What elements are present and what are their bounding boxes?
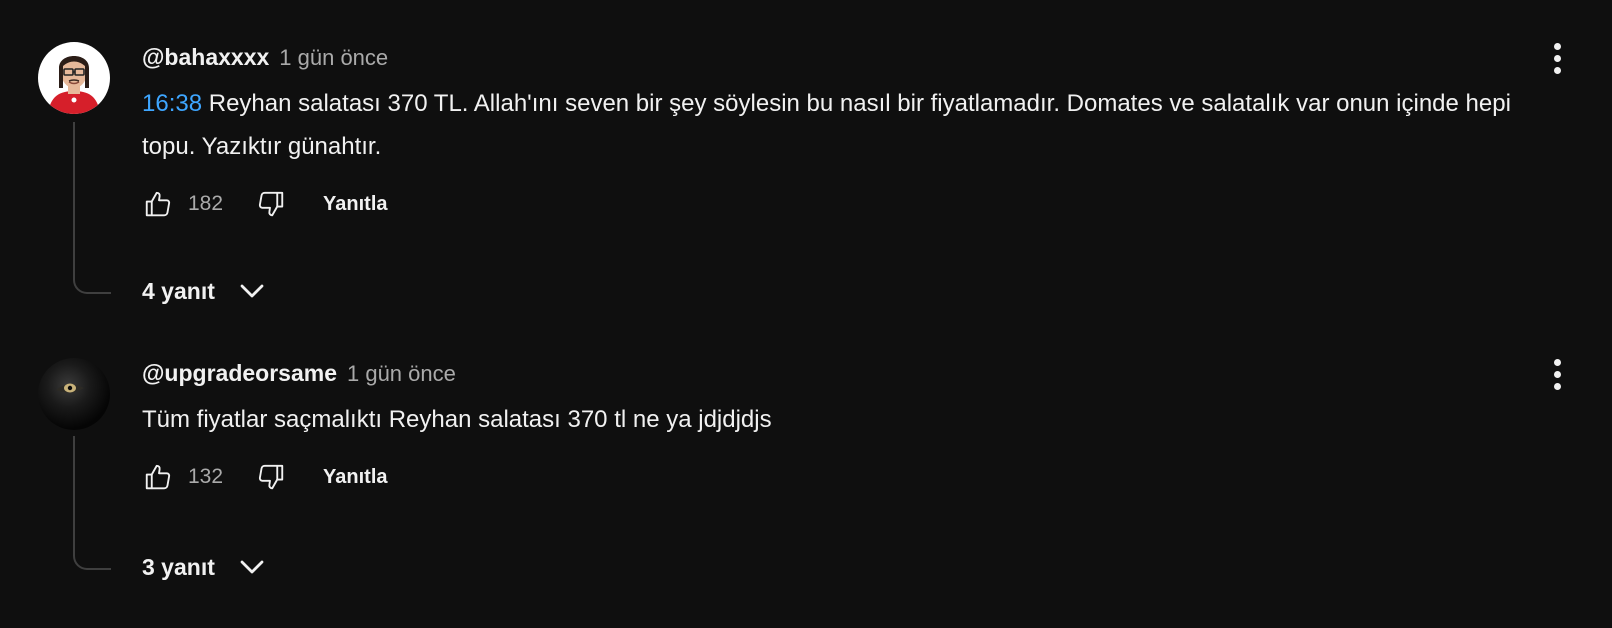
reply-button[interactable]: Yanıtla bbox=[323, 193, 387, 216]
comment-body: @bahaxxxx 1 gün önce 16:38 Reyhan salata… bbox=[142, 44, 1552, 226]
comment-text: 16:38 Reyhan salatası 370 TL. Allah'ını … bbox=[142, 82, 1552, 168]
dislike-button[interactable] bbox=[255, 188, 287, 220]
like-count: 182 bbox=[188, 192, 224, 215]
comment-date[interactable]: 1 gün önce bbox=[347, 361, 456, 387]
thumbs-up-icon bbox=[145, 191, 171, 217]
like-button[interactable] bbox=[142, 188, 174, 220]
video-timestamp-link[interactable]: 16:38 bbox=[142, 90, 202, 117]
comment-actions: 132 Yanıtla bbox=[142, 455, 1552, 499]
thread-line bbox=[73, 436, 111, 570]
comments-section: @bahaxxxx 1 gün önce 16:38 Reyhan salata… bbox=[0, 0, 1612, 628]
comment-text-content: Reyhan salatası 370 TL. Allah'ını seven … bbox=[142, 90, 1511, 160]
chevron-down-icon bbox=[237, 552, 267, 582]
replies-count: 3 yanıt bbox=[142, 553, 215, 580]
dark-eye-avatar-icon bbox=[38, 358, 110, 430]
author-name[interactable]: @upgradeorsame bbox=[142, 360, 337, 387]
thumbs-up-icon bbox=[145, 464, 171, 490]
chevron-down-icon bbox=[237, 276, 267, 306]
author-name[interactable]: @bahaxxxx bbox=[142, 44, 269, 71]
more-vertical-icon bbox=[1553, 42, 1561, 50]
more-vertical-icon bbox=[1553, 358, 1561, 366]
comment-menu-button[interactable] bbox=[1542, 354, 1572, 394]
comment-date[interactable]: 1 gün önce bbox=[279, 45, 388, 71]
comment-header: @bahaxxxx 1 gün önce bbox=[142, 44, 1552, 74]
replies-count: 4 yanıt bbox=[142, 277, 215, 304]
comment-text: Tüm fiyatlar saçmalıktı Reyhan salatası … bbox=[142, 398, 1552, 441]
avatar[interactable] bbox=[38, 42, 110, 114]
comment-text-content: Tüm fiyatlar saçmalıktı Reyhan salatası … bbox=[142, 406, 772, 433]
thumbs-down-icon bbox=[258, 464, 284, 490]
like-count: 132 bbox=[188, 465, 224, 488]
thumbs-down-icon bbox=[258, 191, 284, 217]
thread-line bbox=[73, 122, 111, 294]
show-replies-button[interactable]: 3 yanıt bbox=[142, 552, 267, 582]
comment-menu-button[interactable] bbox=[1542, 38, 1572, 78]
avatar[interactable] bbox=[38, 358, 110, 430]
cartoon-avatar-icon bbox=[38, 42, 110, 114]
comment-body: @upgradeorsame 1 gün önce Tüm fiyatlar s… bbox=[142, 360, 1552, 499]
dislike-button[interactable] bbox=[255, 461, 287, 493]
comment-header: @upgradeorsame 1 gün önce bbox=[142, 360, 1552, 390]
comment-actions: 182 Yanıtla bbox=[142, 182, 1552, 226]
show-replies-button[interactable]: 4 yanıt bbox=[142, 276, 267, 306]
like-button[interactable] bbox=[142, 461, 174, 493]
reply-button[interactable]: Yanıtla bbox=[323, 466, 387, 489]
